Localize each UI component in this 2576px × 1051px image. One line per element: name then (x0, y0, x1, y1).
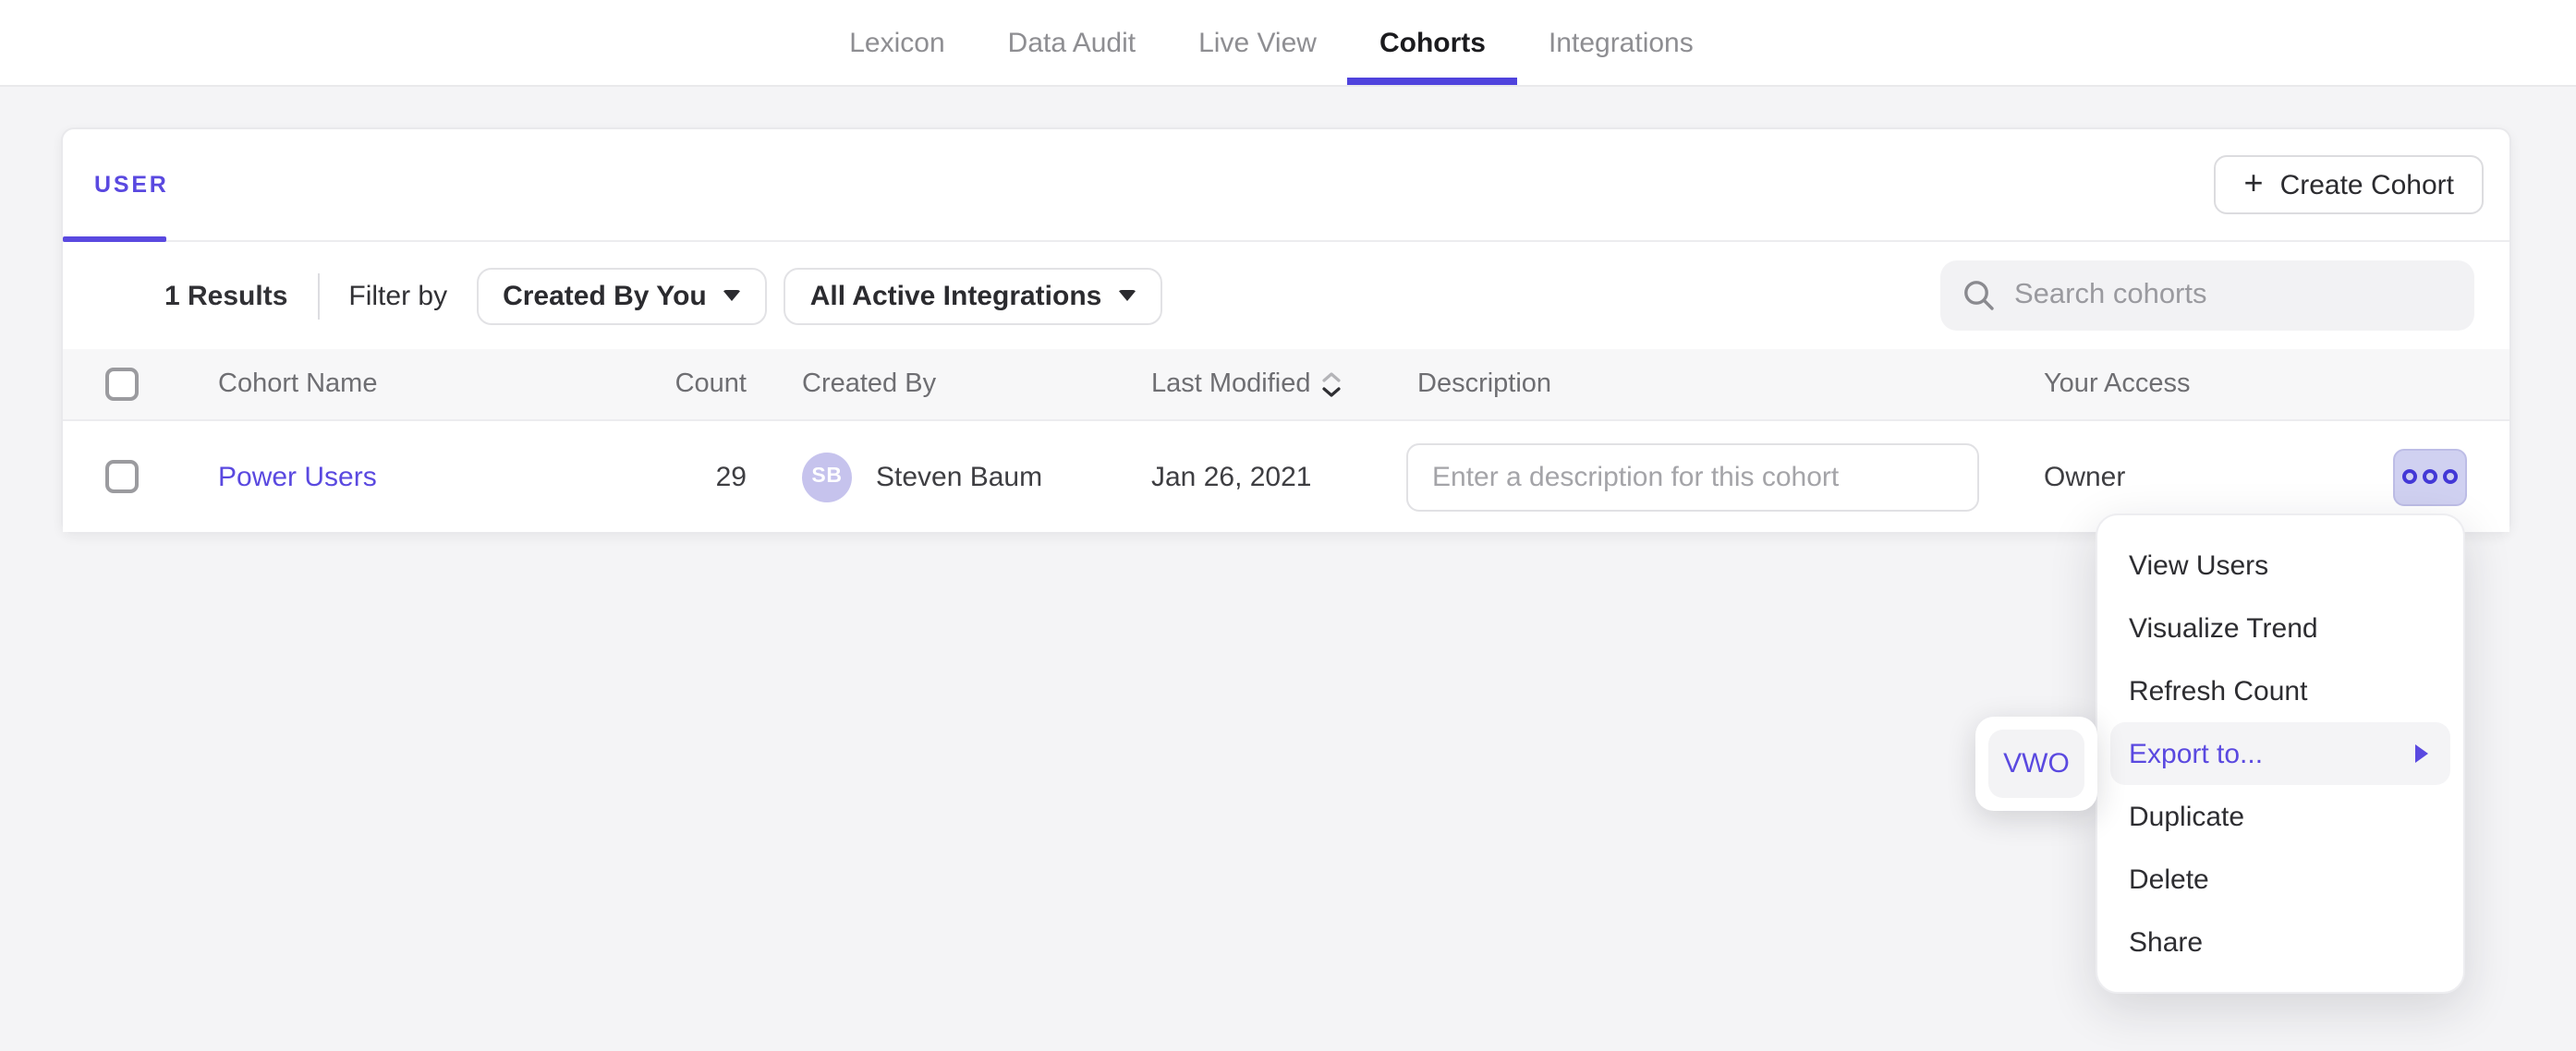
plus-icon: + (2244, 166, 2264, 199)
chevron-down-icon (1118, 290, 1136, 301)
nav-tab-live-view[interactable]: Live View (1167, 0, 1348, 85)
results-count: 1 Results (164, 280, 287, 311)
sort-icon[interactable] (1322, 370, 1343, 398)
submenu-item-vwo[interactable]: VWO (1988, 730, 2084, 798)
ellipsis-icon (2402, 469, 2417, 484)
app-root: Lexicon Data Audit Live View Cohorts Int… (0, 0, 2576, 1051)
tab-user[interactable]: USER (94, 172, 169, 198)
cohort-count: 29 (514, 461, 802, 492)
row-checkbox[interactable] (105, 460, 139, 493)
nav-tab-lexicon[interactable]: Lexicon (818, 0, 976, 85)
row-context-menu: View Users Visualize Trend Refresh Count… (2096, 513, 2465, 994)
menu-item-share[interactable]: Share (2097, 911, 2463, 973)
header-last-modified-label: Last Modified (1151, 369, 1311, 399)
search-cohorts-box (1940, 260, 2474, 331)
top-navigation: Lexicon Data Audit Live View Cohorts Int… (0, 0, 2576, 87)
panel-tabbar: USER + Create Cohort (63, 129, 2509, 242)
menu-item-visualize-trend[interactable]: Visualize Trend (2097, 597, 2463, 659)
header-description: Description (1406, 369, 2044, 399)
description-input[interactable] (1406, 442, 1979, 511)
tab-user-underline (63, 236, 166, 242)
chevron-down-icon (723, 290, 742, 301)
export-submenu: VWO (1975, 717, 2097, 811)
table-header-row: Cohort Name Count Created By Last Modifi… (63, 349, 2509, 421)
access-value: Owner (2044, 461, 2354, 492)
select-all-checkbox[interactable] (105, 368, 139, 401)
ellipsis-icon (2423, 469, 2437, 484)
menu-item-refresh-count[interactable]: Refresh Count (2097, 659, 2463, 722)
last-modified-date: Jan 26, 2021 (1151, 461, 1406, 492)
search-icon (1962, 279, 1996, 312)
avatar: SB (802, 452, 852, 501)
nav-tab-integrations[interactable]: Integrations (1517, 0, 1725, 85)
created-by-name: Steven Baum (876, 461, 1042, 492)
ellipsis-icon (2443, 469, 2458, 484)
toolbar-divider (317, 272, 319, 319)
nav-tab-data-audit[interactable]: Data Audit (977, 0, 1167, 85)
toolbar: 1 Results Filter by Created By You All A… (63, 242, 2509, 349)
header-created-by[interactable]: Created By (802, 369, 1151, 399)
submenu-arrow-icon (2415, 744, 2428, 763)
filter-by-label: Filter by (348, 280, 447, 311)
menu-item-delete[interactable]: Delete (2097, 848, 2463, 911)
header-last-modified[interactable]: Last Modified (1151, 369, 1406, 399)
search-input[interactable] (2014, 279, 2452, 312)
cohorts-panel: USER + Create Cohort 1 Results Filter by… (61, 127, 2511, 534)
create-cohort-label: Create Cohort (2280, 169, 2454, 200)
row-actions-button[interactable] (2393, 448, 2467, 505)
integrations-filter-label: All Active Integrations (810, 280, 1102, 311)
create-cohort-button[interactable]: + Create Cohort (2215, 155, 2484, 214)
nav-tab-cohorts[interactable]: Cohorts (1348, 0, 1517, 85)
header-cohort-name[interactable]: Cohort Name (218, 369, 514, 399)
menu-item-export-to-label: Export to... (2129, 738, 2263, 769)
created-by-filter-label: Created By You (503, 280, 707, 311)
nav-tab-group: Lexicon Data Audit Live View Cohorts Int… (818, 0, 1725, 85)
header-count[interactable]: Count (514, 369, 802, 399)
menu-item-duplicate[interactable]: Duplicate (2097, 785, 2463, 848)
header-your-access: Your Access (2044, 369, 2354, 399)
created-by-cell: SB Steven Baum (802, 452, 1151, 501)
menu-item-view-users[interactable]: View Users (2097, 534, 2463, 597)
cohort-name-link[interactable]: Power Users (218, 461, 377, 492)
created-by-filter-dropdown[interactable]: Created By You (477, 267, 768, 324)
integrations-filter-dropdown[interactable]: All Active Integrations (784, 267, 1163, 324)
menu-item-export-to[interactable]: Export to... (2110, 722, 2450, 785)
